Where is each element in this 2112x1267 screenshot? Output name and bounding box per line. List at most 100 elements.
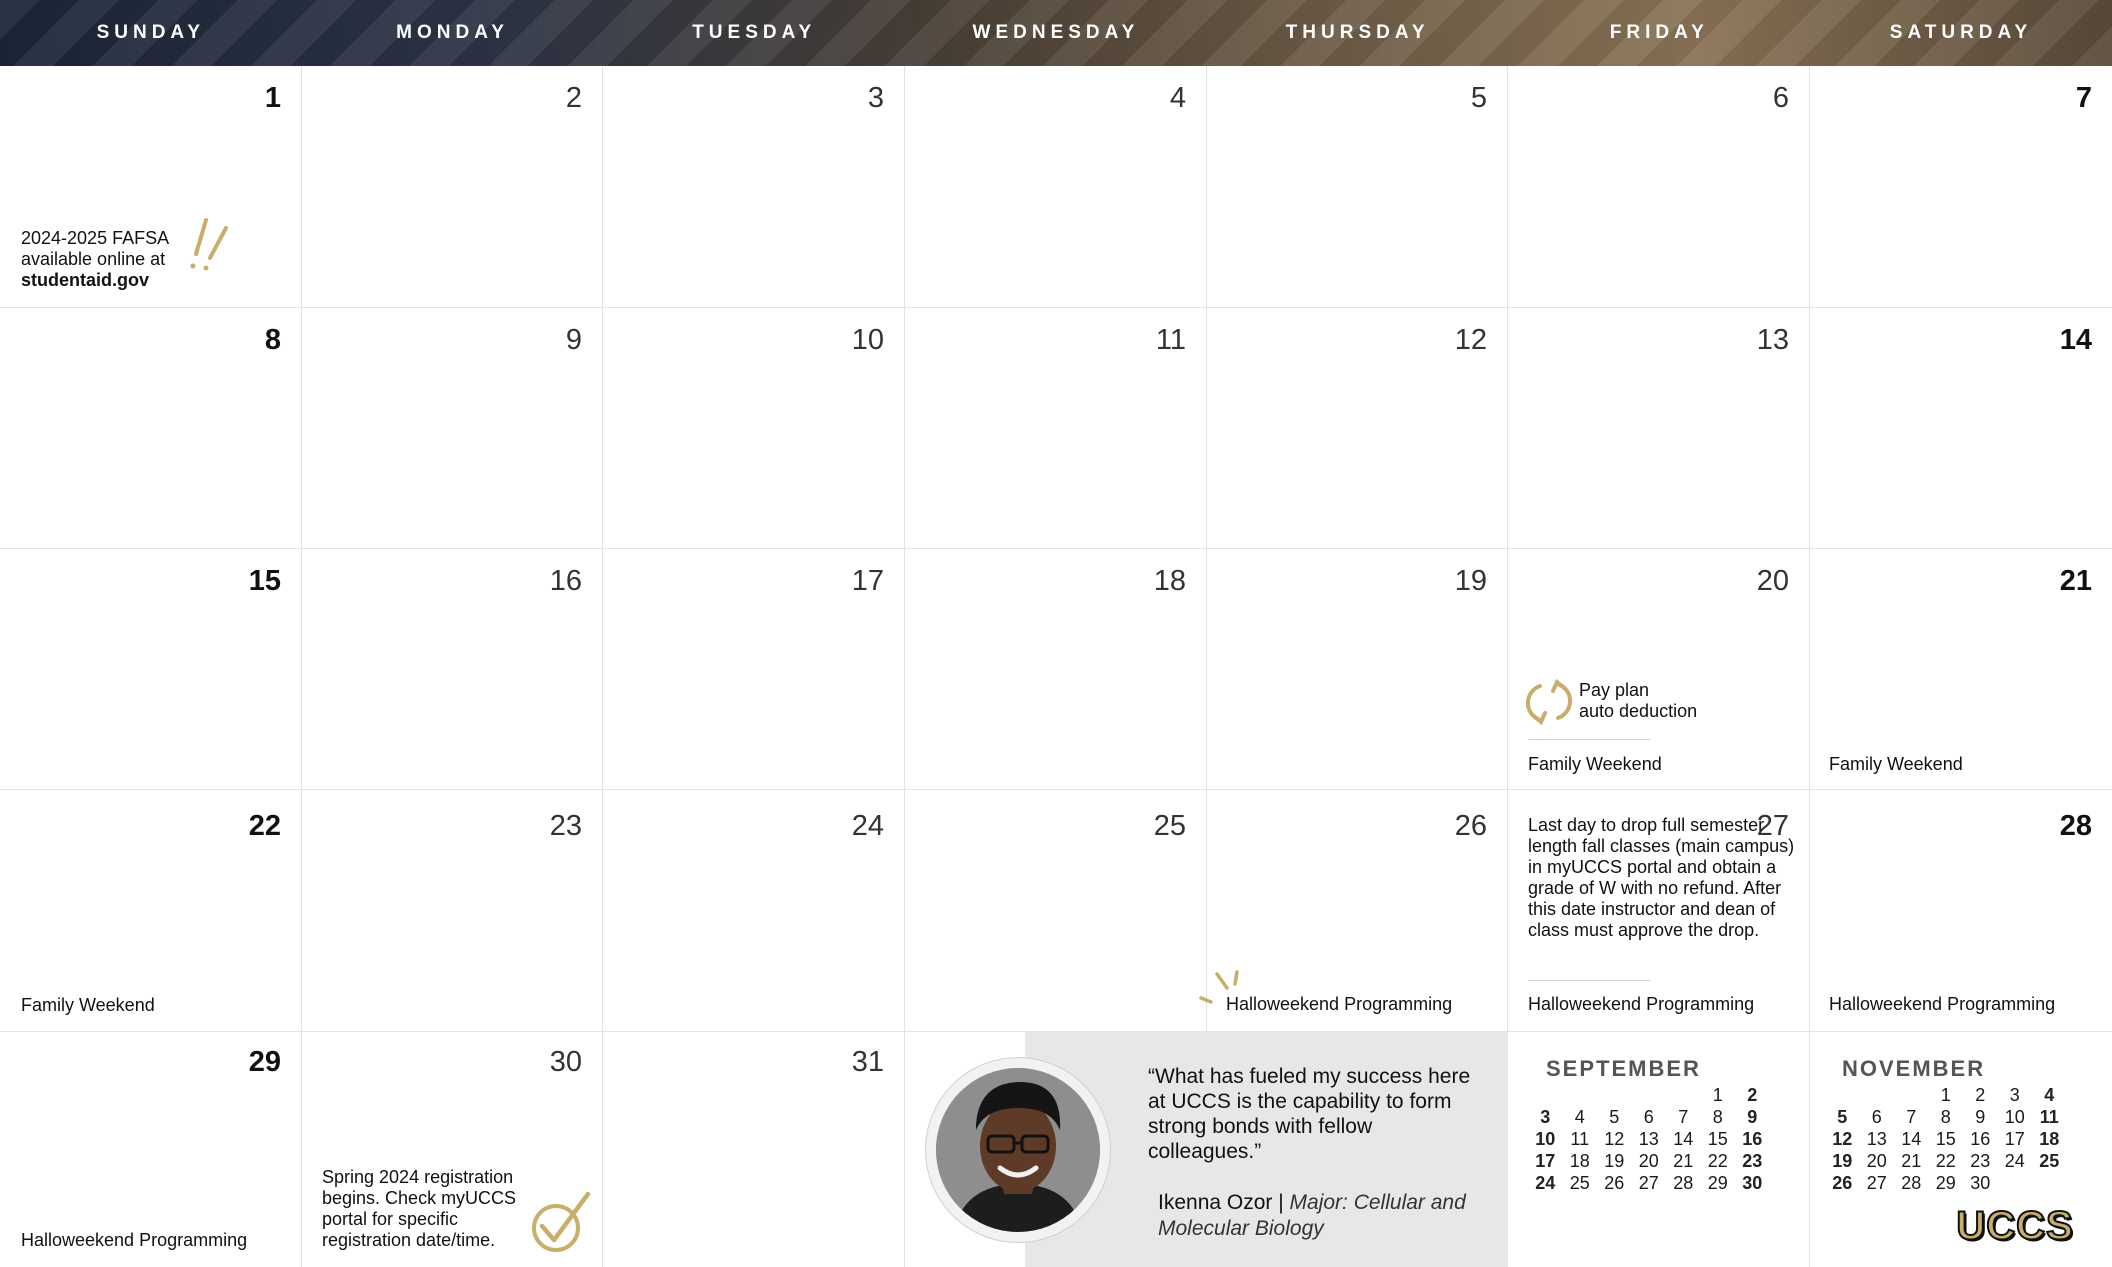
mini-calendar-cell-november: NOVEMBER 1 2 3 4 5 6 7 8 9 10 11 12 13 14 15 16 17 18 19 20… xyxy=(1810,1032,2112,1267)
event-family-weekend: Family Weekend xyxy=(1528,754,1662,774)
day-cell-17[interactable]: 17 xyxy=(603,549,905,790)
mini-calendar-day: 23 xyxy=(1970,1150,1991,1171)
mini-calendar-day: 16 xyxy=(1970,1128,1991,1149)
mini-calendar-day: 7 xyxy=(1678,1106,1689,1127)
day-cell-30[interactable]: 30 Spring 2024 registration begins. Chec… xyxy=(302,1032,603,1267)
day-number: 21 xyxy=(2059,565,2092,597)
mini-calendar-day: 13 xyxy=(1638,1128,1659,1149)
mini-calendar-day: 24 xyxy=(1535,1172,1556,1193)
mini-calendar-day: 2 xyxy=(1975,1084,1986,1105)
day-cell-25[interactable]: 25 xyxy=(905,790,1207,1032)
mini-calendar-day: 29 xyxy=(1707,1172,1728,1193)
mini-calendar-day xyxy=(1632,1084,1667,1106)
day-number: 30 xyxy=(549,1046,582,1078)
day-number: 19 xyxy=(1454,565,1487,597)
day-number: 16 xyxy=(549,565,582,597)
day-cell-21[interactable]: 21 Family Weekend xyxy=(1810,549,2112,790)
day-number: 11 xyxy=(1155,324,1186,356)
event-fafsa: 2024-2025 FAFSA available online at stud… xyxy=(21,228,169,291)
mini-calendar-day: 27 xyxy=(1866,1172,1887,1193)
mini-calendar-day: 27 xyxy=(1638,1172,1659,1193)
day-cell-1[interactable]: 1 2024-2025 FAFSA available online at st… xyxy=(0,66,302,308)
day-cell-20[interactable]: 20 Pay plan auto deduction Family Weeken… xyxy=(1508,549,1810,790)
day-cell-14[interactable]: 14 xyxy=(1810,308,2112,549)
mini-calendar-week: 24 25 26 27 28 29 30 xyxy=(1528,1172,1770,1194)
mini-calendar-day: 8 xyxy=(1712,1106,1723,1127)
mini-calendar-day: 26 xyxy=(1832,1172,1853,1193)
day-number: 18 xyxy=(1153,565,1186,597)
mini-calendar-day: 22 xyxy=(1935,1150,1956,1171)
day-cell-18[interactable]: 18 xyxy=(905,549,1207,790)
day-number: 7 xyxy=(2075,82,2092,114)
mini-calendar-september: 1 2 3 4 5 6 7 8 9 10 11 12 13 14 15 16 17 18 19 20 21 22 23 24 2… xyxy=(1528,1084,1770,1194)
mini-calendar-day: 30 xyxy=(1970,1172,1991,1193)
uccs-logo: UCCS xyxy=(1955,1203,2074,1249)
mini-calendar-week: 1 2 3 4 xyxy=(1825,1084,2067,1106)
day-cell-23[interactable]: 23 xyxy=(302,790,603,1032)
calendar-page: SUNDAY MONDAY TUESDAY WEDNESDAY THURSDAY… xyxy=(0,0,2112,1267)
mini-calendar-day: 14 xyxy=(1673,1128,1694,1149)
day-number: 26 xyxy=(1454,810,1487,842)
day-number: 1 xyxy=(264,82,281,114)
day-cell-11[interactable]: 11 xyxy=(905,308,1207,549)
mini-calendar-day xyxy=(1894,1084,1929,1106)
day-cell-12[interactable]: 12 xyxy=(1207,308,1508,549)
day-cell-19[interactable]: 19 xyxy=(1207,549,1508,790)
day-cell-28[interactable]: 28 Halloweekend Programming xyxy=(1810,790,2112,1032)
day-cell-2[interactable]: 2 xyxy=(302,66,603,308)
student-quote: “What has fueled my success here at UCCS… xyxy=(1148,1065,1471,1163)
mini-calendar-day: 7 xyxy=(1906,1106,1917,1127)
mini-calendar-day: 28 xyxy=(1673,1172,1694,1193)
mini-calendar-day: 8 xyxy=(1940,1106,1951,1127)
event-halloweekend: Halloweekend Programming xyxy=(21,1230,248,1250)
day-number: 13 xyxy=(1756,324,1789,356)
day-cell-5[interactable]: 5 xyxy=(1207,66,1508,308)
day-cell-29[interactable]: 29 Halloweekend Programming xyxy=(0,1032,302,1267)
day-number: 12 xyxy=(1454,324,1487,356)
mini-calendar-day xyxy=(1998,1172,2033,1194)
day-number: 2 xyxy=(565,82,582,114)
mini-calendar-day: 10 xyxy=(1535,1128,1556,1149)
mini-calendar-day xyxy=(1825,1084,1860,1106)
day-cell-27[interactable]: 27 Last day to drop full semester length… xyxy=(1508,790,1810,1032)
mini-calendar-day xyxy=(1666,1084,1701,1106)
day-cell-7[interactable]: 7 xyxy=(1810,66,2112,308)
mini-calendar-day: 17 xyxy=(2004,1128,2025,1149)
day-cell-16[interactable]: 16 xyxy=(302,549,603,790)
day-cell-4[interactable]: 4 xyxy=(905,66,1207,308)
studentaid-link[interactable]: studentaid.gov xyxy=(21,270,169,291)
student-name: Ikenna Ozor xyxy=(1158,1191,1273,1214)
day-cell-3[interactable]: 3 xyxy=(603,66,905,308)
mini-calendar-day: 20 xyxy=(1866,1150,1887,1171)
mini-calendar-week: 3 4 5 6 7 8 9 xyxy=(1528,1106,1770,1128)
day-cell-15[interactable]: 15 xyxy=(0,549,302,790)
event-halloweekend: Halloweekend Programming xyxy=(1226,994,1453,1014)
mini-calendar-day xyxy=(1860,1084,1895,1106)
event-payplan-line2: auto deduction xyxy=(1579,701,1698,721)
day-number: 14 xyxy=(2059,324,2092,356)
mini-calendar-day: 1 xyxy=(1940,1084,1951,1105)
day-name-tuesday: TUESDAY xyxy=(692,22,817,43)
student-attribution: Ikenna Ozor | Major: Cellular and Molecu… xyxy=(1158,1190,1488,1242)
day-cell-24[interactable]: 24 xyxy=(603,790,905,1032)
day-cell-31[interactable]: 31 xyxy=(603,1032,905,1267)
day-cell-6[interactable]: 6 xyxy=(1508,66,1810,308)
day-cell-10[interactable]: 10 xyxy=(603,308,905,549)
day-cell-13[interactable]: 13 xyxy=(1508,308,1810,549)
mini-calendar-day: 22 xyxy=(1707,1150,1728,1171)
mini-calendar-week: 26 27 28 29 30 xyxy=(1825,1172,2067,1194)
day-cell-22[interactable]: 22 Family Weekend xyxy=(0,790,302,1032)
student-avatar xyxy=(936,1068,1100,1232)
event-fafsa-line1: 2024-2025 FAFSA xyxy=(21,228,170,248)
mini-calendar-week: 5 6 7 8 9 10 11 xyxy=(1825,1106,2067,1128)
checkmark-circle-icon xyxy=(532,1191,591,1252)
day-cell-9[interactable]: 9 xyxy=(302,308,603,549)
event-drop-deadline: Last day to drop full semester length fa… xyxy=(1528,815,1795,940)
day-number: 24 xyxy=(851,810,884,842)
event-family-weekend: Family Weekend xyxy=(21,995,155,1015)
day-number: 31 xyxy=(851,1046,884,1078)
day-cell-8[interactable]: 8 xyxy=(0,308,302,549)
day-cell-26[interactable]: 26 Halloweekend Programming xyxy=(1199,790,1508,1032)
mini-calendar-day: 28 xyxy=(1901,1172,1922,1193)
day-name-thursday: THURSDAY xyxy=(1285,22,1430,43)
